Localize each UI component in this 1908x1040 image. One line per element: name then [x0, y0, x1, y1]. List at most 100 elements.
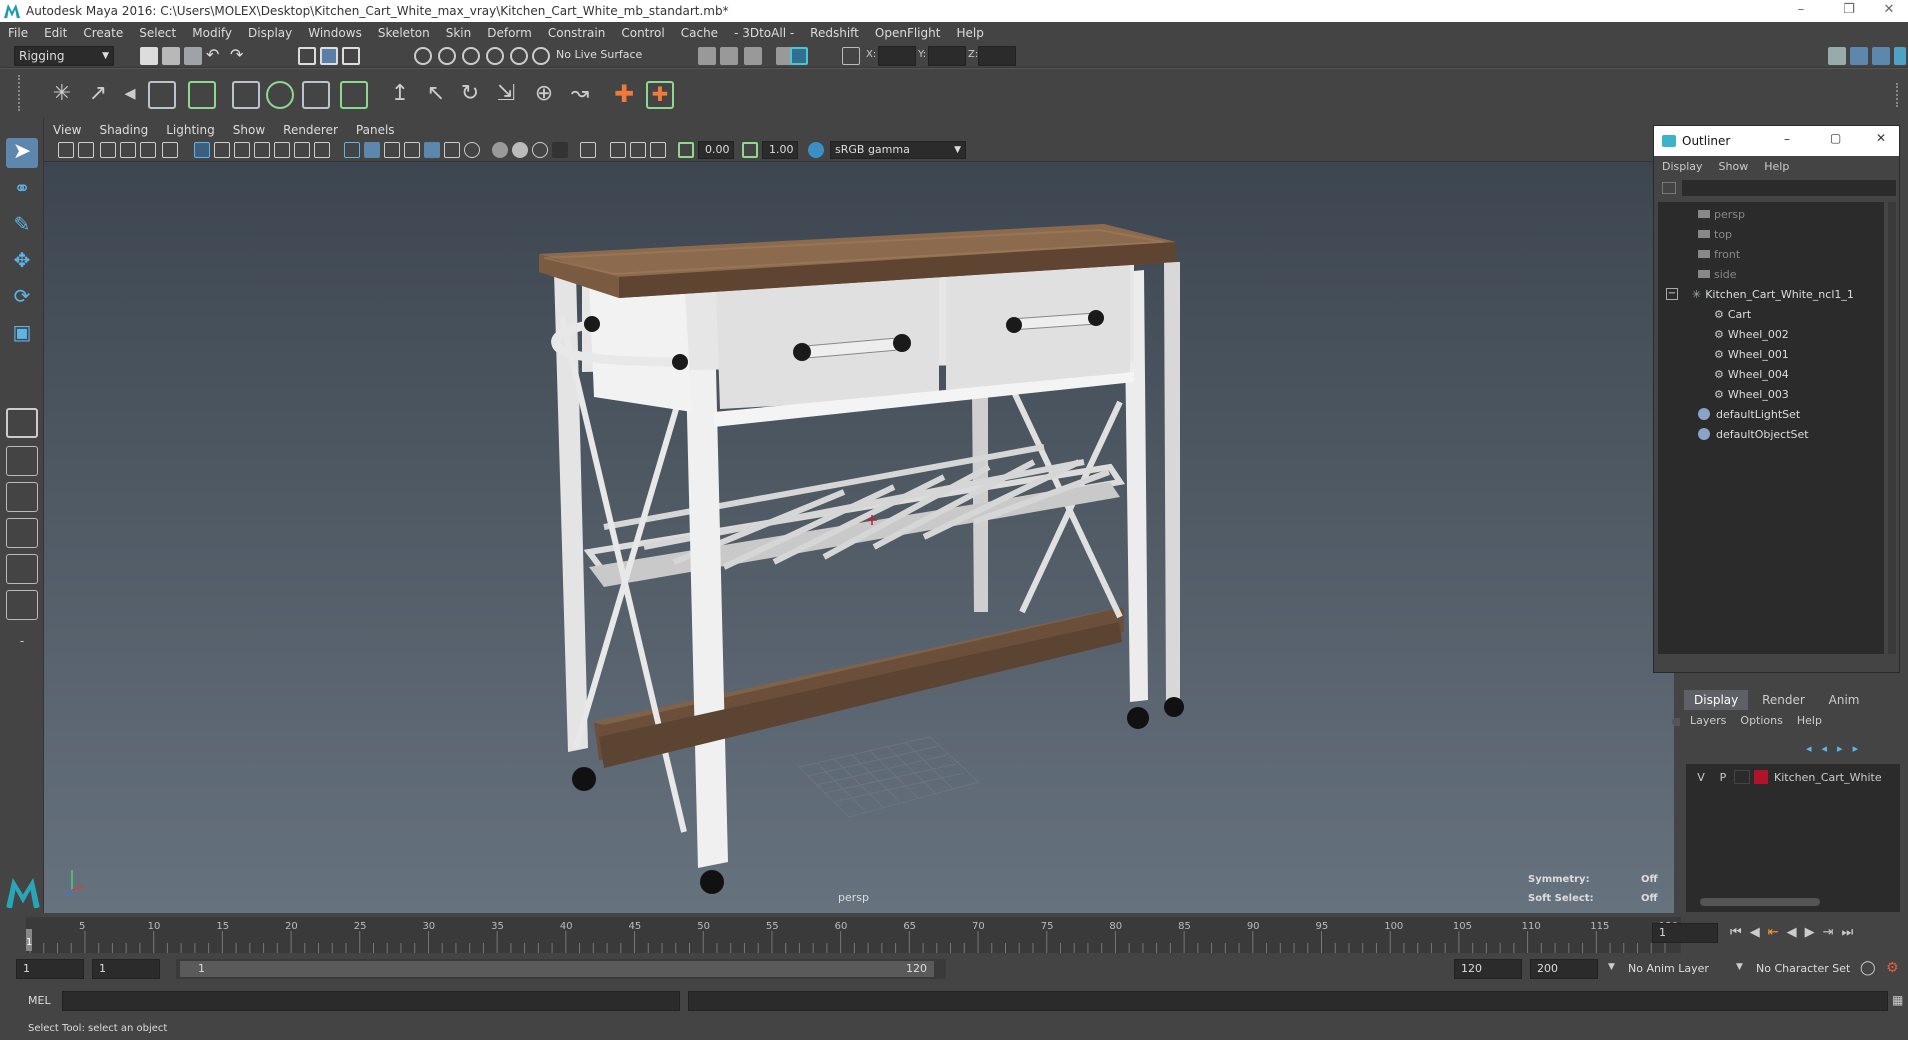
gamma-field[interactable]: 1.00 [762, 141, 798, 159]
four-view-icon[interactable] [6, 446, 38, 476]
vp-menu-lighting[interactable]: Lighting [157, 123, 224, 137]
redo-icon[interactable]: ↷ [230, 47, 248, 65]
render-view-icon[interactable] [698, 47, 716, 65]
minimize-icon[interactable]: – [1778, 0, 1824, 22]
film-gate-icon[interactable] [214, 142, 230, 158]
snap-curve-icon[interactable] [438, 47, 456, 65]
perspective-viewport[interactable]: persp Symmetry: Off Soft Select: Off [44, 162, 1674, 913]
resolution-gate-icon[interactable] [234, 142, 250, 158]
menu-windows[interactable]: Windows [300, 26, 370, 40]
range-handle[interactable] [180, 961, 934, 977]
filter-icon[interactable] [1662, 182, 1676, 194]
menu-file[interactable]: File [0, 26, 36, 40]
outliner-item[interactable]: − ✳ Kitchen_Cart_White_ncl1_1 [1666, 284, 1854, 304]
sculpt-deformer-icon[interactable] [340, 81, 368, 109]
ik-handle-icon[interactable]: ↗ [84, 81, 112, 109]
play-forward-icon[interactable]: ▶ [1805, 925, 1823, 940]
x-field[interactable] [878, 46, 916, 66]
layer-color-swatch[interactable] [1754, 770, 1768, 784]
snap-surface-icon[interactable] [486, 47, 504, 65]
point-constraint-icon[interactable]: ↥ [386, 81, 414, 109]
menu-constrain[interactable]: Constrain [540, 26, 614, 40]
outliner-menu-help[interactable]: Help [1756, 160, 1797, 173]
menu-help[interactable]: Help [948, 26, 991, 40]
camera-lock-icon[interactable] [78, 142, 94, 158]
menu-select[interactable]: Select [131, 26, 184, 40]
mel-label[interactable]: MEL [28, 994, 51, 1007]
maximize-icon[interactable]: ▢ [1830, 131, 1841, 145]
outliner-item[interactable]: front [1698, 244, 1740, 264]
ipr-render-icon[interactable] [744, 47, 762, 65]
snap-view-icon[interactable] [510, 47, 528, 65]
start-time-field[interactable]: 1 [16, 959, 84, 979]
lights-icon[interactable] [464, 142, 480, 158]
layer-hscrollbar[interactable] [1700, 898, 1820, 906]
menu-redshift[interactable]: Redshift [802, 26, 867, 40]
scale-constraint-icon[interactable]: ⇲ [492, 81, 520, 109]
outliner-item[interactable]: ⚙ Wheel_003 [1714, 384, 1789, 404]
move-tool-icon[interactable]: ✥ [6, 246, 38, 276]
2d-pan-zoom-icon[interactable] [140, 142, 156, 158]
current-frame-field[interactable]: 1 [1652, 923, 1718, 943]
char-set-label[interactable]: No Character Set [1756, 962, 1850, 975]
select-tool-icon[interactable]: ➤ [6, 138, 38, 168]
vp-menu-shading[interactable]: Shading [90, 123, 157, 137]
xray-icon[interactable] [444, 142, 460, 158]
grease-pencil-icon[interactable] [162, 142, 178, 158]
lasso-tool-icon[interactable]: ⚭ [6, 174, 38, 204]
anim-layer-label[interactable]: No Anim Layer [1628, 962, 1709, 975]
playback-controls[interactable]: ⏮◀⇤◀▶⇥⏭ [1730, 925, 1861, 940]
outliner-search-field[interactable] [1682, 180, 1896, 196]
tab-anim[interactable]: Anim [1819, 690, 1870, 710]
vp-menu-panels[interactable]: Panels [347, 123, 404, 137]
layer-menu-layers[interactable]: Layers [1690, 714, 1726, 727]
vp-menu-show[interactable]: Show [224, 123, 274, 137]
timeline-ruler[interactable]: 5 10 15 20 25 30 35 40 45 50 55 60 65 70 75 80 85 90 95 100… [26, 917, 1681, 953]
undo-icon[interactable]: ↶ [206, 47, 224, 65]
outliner-menu-show[interactable]: Show [1711, 160, 1757, 173]
bookmark-icon[interactable] [100, 142, 116, 158]
safe-title-icon[interactable] [314, 142, 330, 158]
joint-tool-icon[interactable]: ✳ [48, 81, 76, 109]
layout-script-icon[interactable] [6, 590, 38, 620]
smooth-shade-icon[interactable] [364, 142, 380, 158]
z-field[interactable] [978, 46, 1016, 66]
color-space-dropdown[interactable]: sRGB gamma ▼ [830, 141, 966, 159]
menu-modify[interactable]: Modify [184, 26, 240, 40]
ambient-occlusion-icon[interactable] [512, 142, 528, 158]
rotate-tool-icon[interactable]: ⟳ [6, 282, 38, 312]
close-icon[interactable]: ✕ [1866, 0, 1908, 22]
open-scene-icon[interactable] [162, 47, 180, 65]
playback-end-field[interactable]: 120 [1454, 959, 1522, 979]
close-icon[interactable]: ✕ [1876, 131, 1886, 145]
layer-menu-help[interactable]: Help [1797, 714, 1822, 727]
parent-constraint-icon[interactable]: ⊕ [530, 81, 558, 109]
tool-settings-icon[interactable] [1872, 47, 1890, 65]
safe-action-icon[interactable] [294, 142, 310, 158]
bind-skin-icon[interactable] [188, 81, 216, 109]
exposure-field[interactable]: 0.00 [698, 141, 734, 159]
outliner-item[interactable]: ⚙ Wheel_001 [1714, 344, 1789, 364]
shelf-handle-icon[interactable] [18, 75, 28, 111]
time-slider[interactable]: 5 10 15 20 25 30 35 40 45 50 55 60 65 70 75 80 85 90 95 100… [0, 913, 1908, 957]
menu-create[interactable]: Create [75, 26, 131, 40]
lattice-icon[interactable] [232, 81, 260, 109]
outliner-vscrollbar[interactable] [1888, 202, 1896, 654]
single-view-icon[interactable] [6, 408, 38, 438]
script-editor-icon[interactable]: ▦ [1892, 993, 1903, 1007]
image-plane-icon[interactable] [120, 142, 136, 158]
pole-vector-icon[interactable]: ↝ [566, 81, 594, 109]
cluster-icon[interactable] [266, 81, 294, 109]
tab-render[interactable]: Render [1752, 690, 1815, 710]
set-driven-key-icon[interactable]: ✚ [646, 81, 674, 109]
menu-control[interactable]: Control [613, 26, 672, 40]
make-live-icon[interactable] [532, 47, 550, 65]
step-back-icon[interactable]: ◀ [1750, 925, 1768, 940]
hud-icon[interactable] [610, 142, 626, 158]
collapse-icon[interactable]: − [1666, 288, 1678, 300]
mel-input[interactable] [62, 991, 680, 1011]
paint-select-icon[interactable]: ✎ [6, 210, 38, 240]
playback-start-field[interactable]: 1 [92, 959, 160, 979]
shelf-scroll-icon[interactable] [1896, 83, 1906, 107]
mode-dropdown[interactable]: Rigging ▼ [14, 46, 114, 66]
